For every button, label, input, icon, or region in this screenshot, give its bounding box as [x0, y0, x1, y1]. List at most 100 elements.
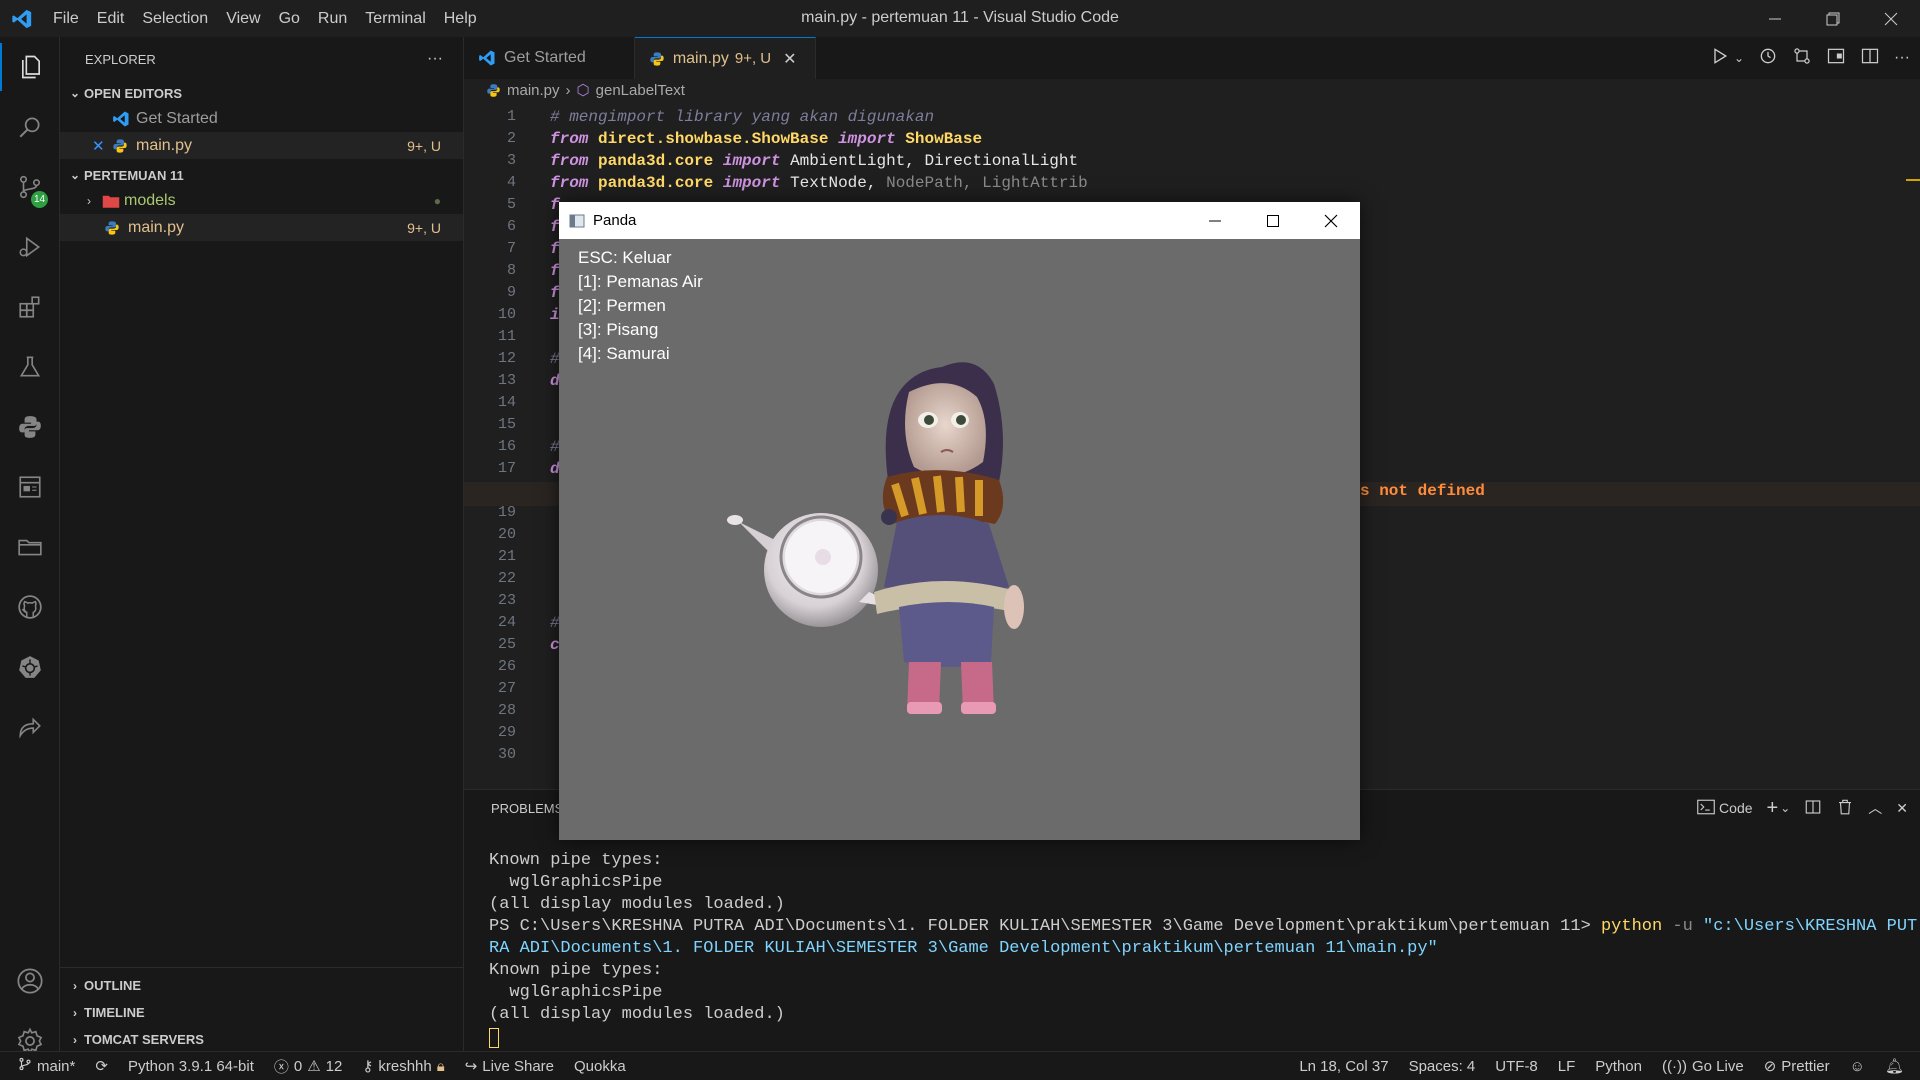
line-number: 12	[497, 350, 516, 367]
line-number: 29	[497, 724, 516, 741]
testing-flask-icon[interactable]	[0, 343, 60, 391]
chevron-right-icon: ›	[73, 978, 77, 993]
breadcrumb-symbol[interactable]: genLabelText	[596, 82, 685, 99]
open-editor-get-started[interactable]: Get Started	[60, 105, 463, 132]
python-icon[interactable]	[0, 403, 60, 451]
folder-icon	[98, 193, 124, 209]
breadcrumb: main.py › ⬡ genLabelText	[464, 79, 1920, 101]
minimize-icon[interactable]	[1186, 202, 1244, 239]
more-actions-icon[interactable]: ···	[427, 50, 443, 68]
python-file-icon	[486, 83, 501, 98]
menu-view[interactable]: View	[217, 0, 269, 37]
close-panel-icon[interactable]: ✕	[1896, 800, 1908, 817]
menu-terminal[interactable]: Terminal	[356, 0, 434, 37]
tab-get-started[interactable]: Get Started	[464, 37, 635, 79]
menu-file[interactable]: File	[44, 0, 88, 37]
line-number: 8	[506, 262, 516, 279]
end-of-line[interactable]: LF	[1548, 1058, 1586, 1075]
menu-edit[interactable]: Edit	[88, 0, 134, 37]
live-share-status[interactable]: ↪ Live Share	[455, 1057, 564, 1076]
folder-icon[interactable]	[0, 523, 60, 571]
prettier-status[interactable]: ⊘ Prettier	[1754, 1057, 1840, 1076]
close-icon[interactable]	[1302, 202, 1360, 239]
panda-title-bar: Panda	[559, 202, 1360, 239]
indentation[interactable]: Spaces: 4	[1399, 1058, 1486, 1075]
hud-text-3: [3]: Pisang	[578, 320, 659, 339]
language-mode[interactable]: Python	[1585, 1058, 1652, 1075]
problems-status[interactable]: ⓧ 0 ⚠ 12	[264, 1056, 353, 1077]
git-branch-icon	[18, 1057, 32, 1075]
run-python-icon[interactable]	[1710, 46, 1730, 71]
history-icon[interactable]	[1758, 46, 1778, 71]
new-terminal-icon[interactable]: +	[1767, 797, 1779, 820]
branch-status[interactable]: main*	[0, 1057, 85, 1075]
terminal-line: wglGraphicsPipe	[489, 983, 663, 1002]
warning-icon: ⚠	[307, 1058, 321, 1075]
timeline-section[interactable]: › TIMELINE	[60, 999, 464, 1026]
panel-actions: Code + ⌄ ︿ ✕	[1697, 790, 1908, 826]
terminal-output[interactable]: Known pipe types: wglGraphicsPipe (all di…	[489, 850, 1917, 1048]
encoding[interactable]: UTF-8	[1485, 1058, 1548, 1075]
cursor-position[interactable]: Ln 18, Col 37	[1289, 1058, 1398, 1075]
open-editor-main-py[interactable]: ✕ main.py 9+, U	[60, 132, 463, 159]
terminal-line: RA ADI\Documents\1. FOLDER KULIAH\SEMEST…	[489, 939, 1438, 958]
compare-changes-icon[interactable]	[1792, 46, 1812, 71]
more-actions-icon[interactable]: ···	[1894, 49, 1910, 67]
split-editor-icon[interactable]	[1860, 46, 1880, 71]
terminal-shell-label[interactable]: Code	[1719, 800, 1752, 816]
close-tab-icon[interactable]: ✕	[783, 49, 796, 69]
maximize-icon[interactable]	[1244, 202, 1302, 239]
file-main-py[interactable]: main.py 9+, U	[60, 214, 463, 241]
search-icon[interactable]	[0, 103, 60, 151]
folder-models[interactable]: › models ●	[60, 187, 463, 214]
open-editors-section[interactable]: ⌄ OPEN EDITORS	[60, 81, 463, 105]
live-share-icon[interactable]	[0, 703, 60, 751]
python-interpreter[interactable]: Python 3.9.1 64-bit	[118, 1058, 264, 1075]
tab-main-py[interactable]: main.py 9+, U ✕	[634, 37, 816, 79]
menu-go[interactable]: Go	[270, 0, 309, 37]
open-preview-icon[interactable]	[1826, 46, 1846, 71]
line-number: 26	[497, 658, 516, 675]
chevron-down-icon[interactable]: ⌄	[1734, 51, 1744, 65]
run-debug-icon[interactable]	[0, 223, 60, 271]
line-number: 23	[497, 592, 516, 609]
split-terminal-icon[interactable]	[1804, 798, 1822, 819]
close-editor-icon[interactable]: ✕	[92, 137, 112, 155]
folder-section[interactable]: ⌄ PERTEMUAN 11	[60, 163, 463, 187]
maximize-panel-icon[interactable]: ︿	[1868, 798, 1882, 818]
menu-help[interactable]: Help	[435, 0, 486, 37]
explorer-icon[interactable]	[0, 43, 60, 91]
extensions-icon[interactable]	[0, 283, 60, 331]
notifications-bell-icon[interactable]: 🔔︎	[1875, 1057, 1920, 1075]
trash-icon[interactable]	[1836, 798, 1854, 819]
github-icon[interactable]	[0, 583, 60, 631]
minimize-icon[interactable]	[1746, 0, 1804, 37]
hud-text-4: [4]: Samurai	[578, 344, 670, 363]
terminal-line: wglGraphicsPipe	[489, 873, 663, 892]
go-live-status[interactable]: ((·)) Go Live	[1652, 1058, 1754, 1075]
sync-icon[interactable]: ⟳	[85, 1057, 118, 1075]
kubernetes-icon[interactable]	[0, 643, 60, 691]
close-icon[interactable]	[1862, 0, 1920, 37]
terminal-line: Known pipe types:	[489, 961, 663, 980]
menu-run[interactable]: Run	[309, 0, 356, 37]
chevron-down-icon: ⌄	[69, 86, 81, 100]
source-control-icon[interactable]: 14	[0, 163, 60, 211]
tab-problems[interactable]: PROBLEMS	[491, 801, 563, 816]
section-label: OUTLINE	[84, 978, 142, 993]
overview-ruler-marker	[1906, 179, 1920, 181]
section-label: TIMELINE	[84, 1005, 145, 1020]
chevron-right-icon: ›	[87, 193, 91, 208]
account-icon[interactable]	[0, 957, 60, 1005]
git-user-status[interactable]: ⚷ kreshhh 🔒︎	[352, 1057, 454, 1076]
menu-selection[interactable]: Selection	[133, 0, 217, 37]
restore-icon[interactable]	[1804, 0, 1862, 37]
chevron-down-icon[interactable]: ⌄	[1780, 801, 1790, 815]
feedback-icon[interactable]: ☺	[1840, 1058, 1875, 1075]
quokka-status[interactable]: Quokka	[564, 1058, 636, 1075]
remote-explorer-icon[interactable]	[0, 463, 60, 511]
line-number: 5	[506, 196, 516, 213]
outline-section[interactable]: › OUTLINE	[60, 972, 464, 999]
tomcat-section[interactable]: › TOMCAT SERVERS	[60, 1026, 464, 1053]
breadcrumb-file[interactable]: main.py	[507, 82, 560, 99]
